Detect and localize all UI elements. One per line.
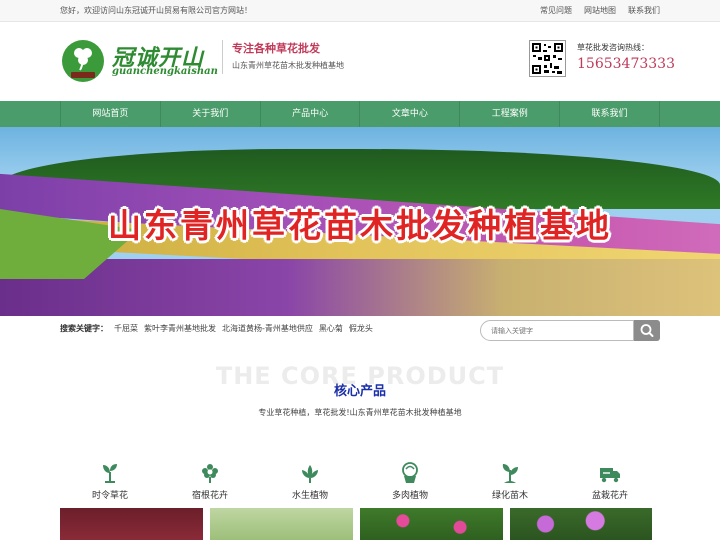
section-title: 核心产品 [333,384,386,399]
flower-icon [202,464,218,483]
contact-link[interactable]: 联系我们 [628,5,660,16]
sapling-icon [502,464,518,483]
product-image[interactable] [210,508,353,540]
category-succulents[interactable]: 多肉植物 [360,462,460,502]
header-divider [222,40,223,74]
category-aquatic-plants[interactable]: 水生植物 [260,462,360,502]
search-keywords: 搜索关键字： 千屈菜 紫叶李青州基地批发 北海道黄杨-青州基地供应 黑心菊 假龙… [60,323,373,334]
nav-item-contact[interactable]: 联系我们 [560,101,660,127]
seedling-icon [103,464,117,483]
main-nav: 网站首页 关于我们 产品中心 文章中心 工程案例 联系我们 [0,101,720,127]
nav-item-home[interactable]: 网站首页 [61,101,161,127]
keyword-link[interactable]: 北海道黄杨-青州基地供应 [222,323,313,334]
search-box [480,320,660,341]
product-thumbnails [60,508,660,540]
header-slogan: 专注各种草花批发 [232,42,320,55]
top-links: 常见问题 网站地图 联系我们 [540,5,660,16]
category-label: 绿化苗木 [491,491,528,501]
qr-code-icon [529,40,566,77]
nav-item-cases[interactable]: 工程案例 [460,101,561,127]
clover-logo-icon [62,40,104,82]
sitemap-link[interactable]: 网站地图 [584,5,616,16]
search-icon [640,324,654,337]
lotus-icon [302,465,318,483]
truck-icon [600,468,620,483]
search-button[interactable] [634,320,660,341]
hero-banner[interactable]: 山东青州草花苗木批发种植基地 [0,127,720,316]
category-label: 盆栽花卉 [591,491,628,501]
category-label: 宿根花卉 [191,491,228,501]
category-label: 水生植物 [291,491,328,501]
keyword-link[interactable]: 假龙头 [349,323,373,334]
keyword-link[interactable]: 黑心菊 [319,323,343,334]
nav-item-articles[interactable]: 文章中心 [360,101,461,127]
category-perennials[interactable]: 宿根花卉 [160,462,260,502]
category-seasonal-flowers[interactable]: 时令草花 [60,462,160,502]
succulent-pot-icon [402,462,418,483]
banner-title: 山东青州草花苗木批发种植基地 [108,206,612,245]
category-list: 时令草花 宿根花卉 水生植物 多肉植物 绿化苗木 盆栽花卉 [60,462,660,502]
keywords-label: 搜索关键字： [60,324,108,333]
keyword-link[interactable]: 紫叶李青州基地批发 [144,323,216,334]
logo-text-en: guanchengkaishan [112,66,218,77]
site-logo[interactable]: 冠诚开山 guanchengkaishan [60,38,218,84]
hotline-label: 草花批发咨询热线： [577,43,649,52]
product-image[interactable] [510,508,652,540]
category-label: 时令草花 [91,491,128,501]
header-subslogan: 山东青州草花苗木批发种植基地 [232,61,344,70]
faq-link[interactable]: 常见问题 [540,5,572,16]
category-potted-flowers[interactable]: 盆栽花卉 [560,462,660,502]
nav-item-about[interactable]: 关于我们 [161,101,261,127]
product-image[interactable] [60,508,203,540]
top-bar: 您好，欢迎访问山东冠诚开山贸易有限公司官方网站！ 常见问题 网站地图 联系我们 [0,0,720,22]
nav-item-products[interactable]: 产品中心 [261,101,361,127]
section-subtitle: 专业草花种植，草花批发!山东青州草花苗木批发种植基地 [258,408,462,417]
hotline-number: 15653473333 [577,56,675,72]
category-label: 多肉植物 [391,491,428,501]
search-input[interactable] [480,320,634,341]
product-image[interactable] [360,508,503,540]
banner-field-foreground [0,259,720,316]
category-greening-seedlings[interactable]: 绿化苗木 [460,462,560,502]
keyword-link[interactable]: 千屈菜 [114,323,138,334]
welcome-text: 您好，欢迎访问山东冠诚开山贸易有限公司官方网站！ [60,6,252,15]
